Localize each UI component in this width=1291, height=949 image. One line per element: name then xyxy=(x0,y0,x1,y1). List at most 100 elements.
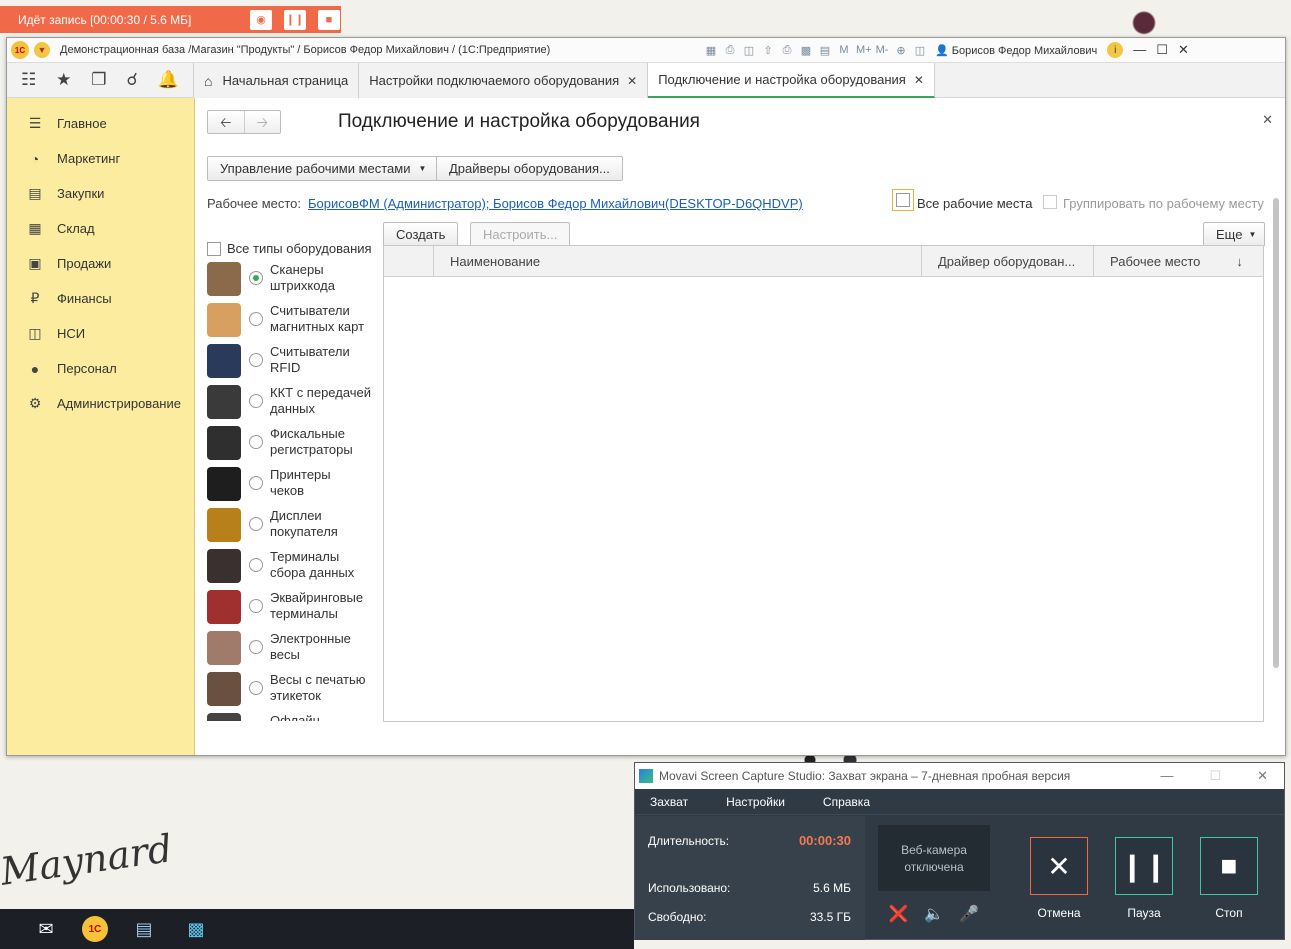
close-icon[interactable]: ✕ xyxy=(1178,42,1189,58)
current-user[interactable]: 👤 Борисов Федор Михайлович xyxy=(935,44,1097,57)
equipment-type-radio[interactable] xyxy=(249,640,263,654)
preview-icon[interactable]: ◫ xyxy=(742,44,756,57)
mail-icon[interactable]: ✉ xyxy=(30,913,62,945)
all-types-row[interactable]: Все типы оборудования xyxy=(207,241,377,256)
pause-icon[interactable]: ❙❙ xyxy=(284,9,306,30)
maximize-icon[interactable]: ☐ xyxy=(1209,768,1221,784)
print-icon[interactable]: ⎙ xyxy=(723,44,737,57)
menu-settings[interactable]: Настройки xyxy=(726,795,785,809)
equipment-type-row[interactable]: Фискальные регистраторы xyxy=(207,426,377,467)
stop-button[interactable]: ■ xyxy=(1200,837,1258,895)
manage-workplaces-button[interactable]: Управление рабочими местами ▼ xyxy=(207,156,440,181)
info-icon[interactable]: i xyxy=(1107,42,1124,58)
maximize-icon[interactable]: ☐ xyxy=(1156,42,1168,58)
equipment-type-radio[interactable] xyxy=(249,681,263,695)
equipment-type-radio[interactable] xyxy=(249,353,263,367)
equipment-type-radio[interactable] xyxy=(249,558,263,572)
drivers-button[interactable]: Драйверы оборудования... xyxy=(436,156,623,181)
more-button[interactable]: Еще ▼ xyxy=(1203,222,1266,247)
calculator-icon[interactable]: ▩ xyxy=(799,44,813,57)
all-workplaces-checkbox[interactable] xyxy=(892,189,914,211)
equipment-type-radio[interactable] xyxy=(249,394,263,408)
group-by-workplace-checkbox[interactable] xyxy=(1043,195,1057,209)
stop-icon[interactable]: ■ xyxy=(318,9,340,30)
equipment-type-radio[interactable] xyxy=(249,271,263,285)
save-icon[interactable]: ▦ xyxy=(704,44,718,57)
minimize-icon[interactable]: — xyxy=(1160,768,1173,784)
zoom-icon[interactable]: ⊕ xyxy=(894,44,908,57)
equipment-type-row[interactable]: Терминалы сбора данных xyxy=(207,549,377,590)
equipment-type-row[interactable]: Эквайринговые терминалы xyxy=(207,590,377,631)
close-icon[interactable]: ✕ xyxy=(1257,768,1268,784)
movavi-taskbar-icon[interactable]: ▩ xyxy=(180,913,212,945)
forward-arrow-icon[interactable]: 🡢 xyxy=(243,111,281,133)
workplace-link[interactable]: БорисовФМ (Администратор); Борисов Федор… xyxy=(308,196,803,211)
equipment-type-row[interactable]: Весы с печатью этикеток xyxy=(207,672,377,713)
memory-m-icon[interactable]: M xyxy=(837,44,851,57)
column-driver[interactable]: Драйвер оборудован... xyxy=(922,246,1094,276)
equipment-type-row[interactable]: Офлайн xyxy=(207,713,377,721)
main-menu-icon[interactable]: ▼ xyxy=(34,42,50,58)
sidebar-item-reference[interactable]: ◫ НСИ xyxy=(7,316,194,351)
equipment-type-row[interactable]: Дисплеи покупателя xyxy=(207,508,377,549)
equipment-type-label: Эквайринговые терминалы xyxy=(270,590,363,622)
equipment-type-radio[interactable] xyxy=(249,435,263,449)
equipment-type-row[interactable]: ККТ с передачей данных xyxy=(207,385,377,426)
tab-equipment-connection[interactable]: Подключение и настройка оборудования ✕ xyxy=(648,63,935,98)
vertical-scrollbar[interactable] xyxy=(1273,176,1279,716)
cancel-button[interactable]: ✕ xyxy=(1030,837,1088,895)
calendar-icon[interactable]: ▤ xyxy=(818,44,832,57)
scrollbar-thumb[interactable] xyxy=(1273,198,1279,668)
onec-taskbar-icon[interactable]: 1С xyxy=(82,916,108,942)
close-icon[interactable]: ✕ xyxy=(914,73,924,87)
mic-muted-icon[interactable]: ❌ xyxy=(889,904,909,924)
favorites-star-icon[interactable]: ★ xyxy=(56,70,71,90)
column-name[interactable]: Наименование xyxy=(434,246,922,276)
equipment-type-row[interactable]: Сканеры штрихкода xyxy=(207,262,377,303)
sidebar-item-marketing[interactable]: ◔ Маркетинг xyxy=(7,141,194,176)
sidebar-item-label: Закупки xyxy=(57,186,105,201)
configure-button[interactable]: Настроить... xyxy=(470,222,571,247)
all-types-checkbox[interactable] xyxy=(207,241,221,256)
history-icon[interactable]: ❐ xyxy=(91,70,106,90)
sidebar-item-personnel[interactable]: ● Персонал xyxy=(7,351,194,386)
back-arrow-icon[interactable]: 🡠 xyxy=(208,111,244,133)
minimize-icon[interactable]: — xyxy=(1133,42,1146,58)
menu-help[interactable]: Справка xyxy=(823,795,870,809)
panel-icon[interactable]: ◫ xyxy=(913,44,927,57)
close-icon[interactable]: ✕ xyxy=(627,74,637,88)
camera-icon[interactable]: ◉ xyxy=(250,9,272,30)
attach-icon[interactable]: ⇧ xyxy=(761,44,775,57)
apps-grid-icon[interactable]: ☷ xyxy=(21,70,36,90)
sidebar-item-warehouse[interactable]: ▦ Склад xyxy=(7,211,194,246)
menu-capture[interactable]: Захват xyxy=(650,795,688,809)
memory-minus-icon[interactable]: M- xyxy=(875,44,889,57)
column-workplace[interactable]: Рабочее место ↓ xyxy=(1094,246,1263,276)
equipment-type-radio[interactable] xyxy=(249,517,263,531)
close-form-icon[interactable]: ✕ xyxy=(1262,112,1273,128)
equipment-type-row[interactable]: Принтеры чеков xyxy=(207,467,377,508)
speaker-icon[interactable]: 🔈 xyxy=(924,904,944,924)
app-logo-icon[interactable]: 1С xyxy=(11,41,29,59)
equipment-type-radio[interactable] xyxy=(249,599,263,613)
sidebar-item-purchases[interactable]: ▤ Закупки xyxy=(7,176,194,211)
print-icon-2[interactable]: ⎙ xyxy=(780,44,794,57)
tab-equipment-settings[interactable]: Настройки подключаемого оборудования ✕ xyxy=(359,63,649,98)
sidebar-item-finance[interactable]: ₽ Финансы xyxy=(7,281,194,316)
equipment-type-radio[interactable] xyxy=(249,476,263,490)
equipment-type-row[interactable]: Считыватели RFID xyxy=(207,344,377,385)
microphone-icon[interactable]: 🎤 xyxy=(959,904,979,924)
equipment-type-radio[interactable] xyxy=(249,312,263,326)
equipment-type-row[interactable]: Электронные весы xyxy=(207,631,377,672)
memory-plus-icon[interactable]: M+ xyxy=(856,44,872,57)
pause-button[interactable]: ❙❙ xyxy=(1115,837,1173,895)
tab-home[interactable]: ⌂ Начальная страница xyxy=(194,63,360,98)
search-icon[interactable]: ☌ xyxy=(126,70,137,90)
notifications-bell-icon[interactable]: 🔔 xyxy=(158,70,179,90)
sidebar-item-admin[interactable]: ⚙ Администрирование xyxy=(7,386,194,421)
create-button[interactable]: Создать xyxy=(383,222,459,247)
sidebar-item-main[interactable]: ☰ Главное xyxy=(7,106,194,141)
sidebar-item-sales[interactable]: ▣ Продажи xyxy=(7,246,194,281)
monitor-icon[interactable]: ▤ xyxy=(128,913,160,945)
equipment-type-row[interactable]: Считыватели магнитных карт xyxy=(207,303,377,344)
